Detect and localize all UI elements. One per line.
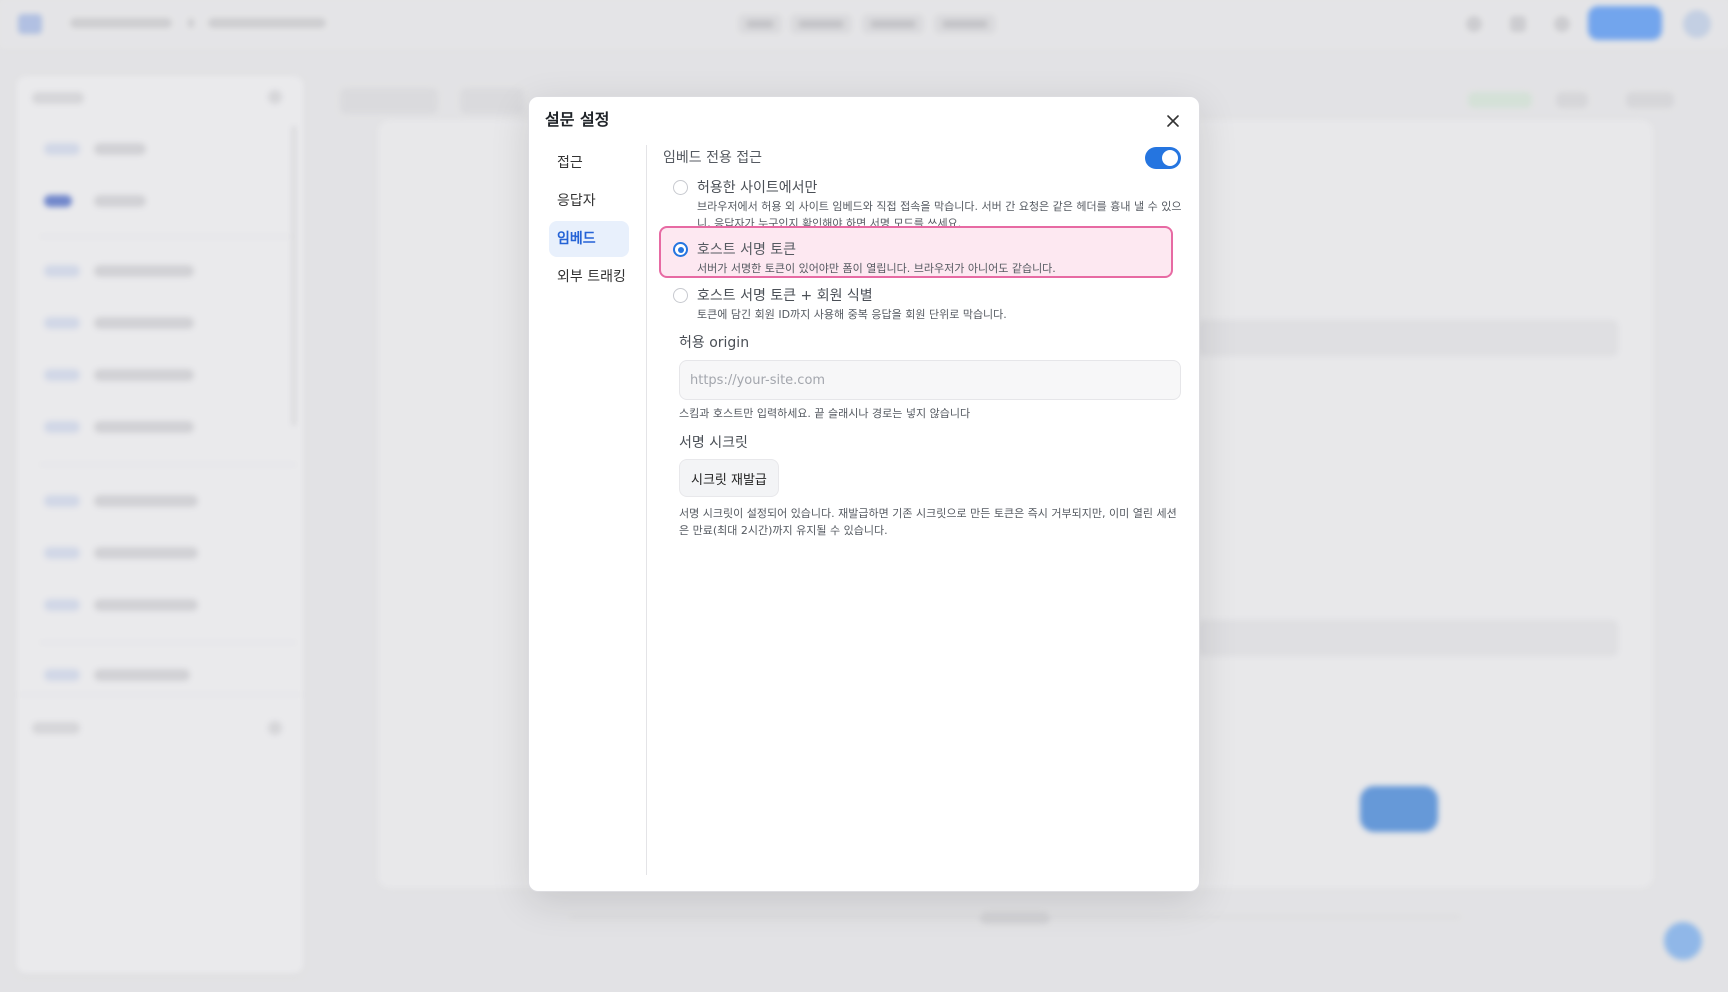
radio-allowed-sites[interactable] <box>673 180 688 195</box>
menu-item-access[interactable]: 접근 <box>549 145 629 181</box>
survey-settings-modal: 설문 설정 접근 응답자 임베드 외부 트래킹 임베드 전용 접근 허용한 사이… <box>528 96 1200 892</box>
allowed-origin-input[interactable] <box>679 360 1181 400</box>
close-icon <box>1167 115 1179 127</box>
menu-item-respondents[interactable]: 응답자 <box>549 183 629 219</box>
option-description: 서버가 서명한 토큰이 있어야만 폼이 열립니다. 브라우저가 아니어도 같습니… <box>697 262 1056 275</box>
option-title: 호스트 서명 토큰 <box>697 242 797 258</box>
option-title: 허용한 사이트에서만 <box>697 180 818 196</box>
option-title: 호스트 서명 토큰 + 회원 식별 <box>697 288 873 304</box>
embed-only-access-toggle[interactable] <box>1145 147 1181 169</box>
modal-title: 설문 설정 <box>545 110 610 129</box>
allowed-origin-label: 허용 origin <box>679 335 750 351</box>
allowed-origin-hint: 스킴과 호스트만 입력하세요. 끝 슬래시나 경로는 넣지 않습니다 <box>679 407 971 420</box>
radio-host-signed-token[interactable] <box>673 242 688 257</box>
signing-secret-label: 서명 시크릿 <box>679 435 748 451</box>
signing-secret-hint: 서명 시크릿이 설정되어 있습니다. 재발급하면 기존 시크릿으로 만든 토큰은… <box>679 507 1177 537</box>
radio-host-signed-token-member[interactable] <box>673 288 688 303</box>
toggle-knob <box>1162 150 1178 166</box>
option-description: 토큰에 담긴 회원 ID까지 사용해 중복 응답을 회원 단위로 막습니다. <box>697 308 1007 321</box>
close-button[interactable] <box>1163 111 1183 131</box>
menu-item-external-tracking[interactable]: 외부 트래킹 <box>549 259 629 295</box>
reissue-secret-button[interactable]: 시크릿 재발급 <box>679 459 779 497</box>
menu-item-embed[interactable]: 임베드 <box>549 221 629 257</box>
embed-only-access-label: 임베드 전용 접근 <box>663 150 763 166</box>
menu-divider <box>646 145 647 875</box>
